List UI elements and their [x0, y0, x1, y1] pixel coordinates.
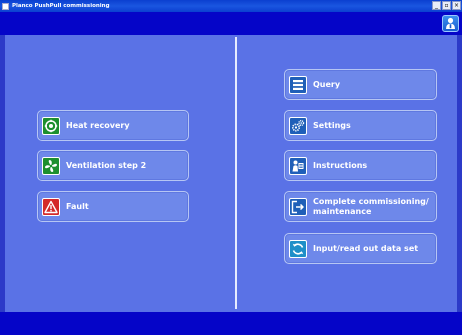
complete-commissioning-label: Complete commissioning/ maintenance: [313, 196, 429, 216]
input-read-out-label: Input/read out data set: [313, 243, 419, 253]
complete-commissioning-button[interactable]: Complete commissioning/ maintenance: [284, 191, 437, 222]
ventilation-step-button[interactable]: Ventilation step 2: [37, 150, 189, 181]
settings-label: Settings: [313, 120, 351, 130]
window-title: Planco PushPull commissioning: [12, 3, 110, 9]
heat-recovery-button[interactable]: Heat recovery: [37, 110, 189, 141]
top-bar: [0, 12, 462, 35]
input-read-out-button[interactable]: Input/read out data set: [284, 233, 437, 264]
warning-icon: [42, 197, 60, 216]
instructions-icon: [289, 156, 307, 175]
refresh-icon: [289, 239, 307, 258]
minimize-button[interactable]: _: [432, 1, 441, 10]
title-bar: Planco PushPull commissioning _ ▫ ×: [0, 0, 462, 12]
user-button[interactable]: [442, 15, 459, 32]
query-label: Query: [313, 79, 341, 89]
fault-label: Fault: [66, 201, 89, 211]
bottom-bar: [0, 312, 462, 335]
fault-button[interactable]: Fault: [37, 191, 189, 222]
instructions-label: Instructions: [313, 160, 368, 170]
query-button[interactable]: Query: [284, 69, 437, 100]
heat-recovery-icon: [42, 116, 60, 135]
user-icon: [446, 17, 455, 29]
maximize-button[interactable]: ▫: [442, 1, 451, 10]
panel-divider: [235, 37, 237, 309]
exit-icon: [289, 197, 307, 216]
window-controls: _ ▫ ×: [432, 1, 461, 10]
close-button[interactable]: ×: [452, 1, 461, 10]
gears-icon: [289, 116, 307, 135]
ventilation-step-label: Ventilation step 2: [66, 160, 147, 170]
heat-recovery-label: Heat recovery: [66, 120, 130, 130]
settings-button[interactable]: Settings: [284, 110, 437, 141]
list-icon: [289, 75, 307, 94]
instructions-button[interactable]: Instructions: [284, 150, 437, 181]
fan-icon: [42, 156, 60, 175]
app-icon: [2, 2, 9, 10]
